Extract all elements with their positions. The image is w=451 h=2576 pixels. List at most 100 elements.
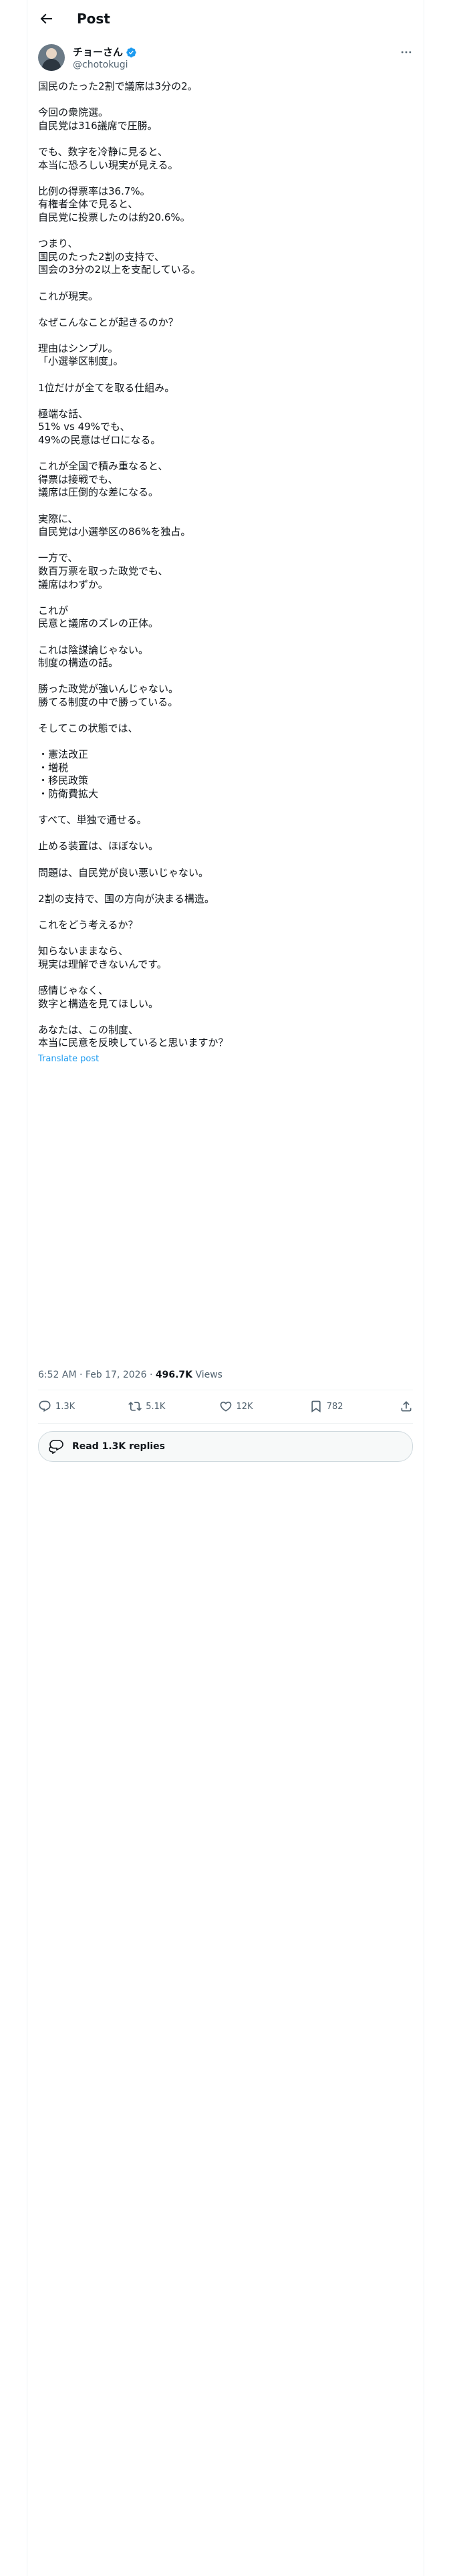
post-text-line: 一方で、 [38,552,78,564]
post-text-line: 49%の民意はゼロになる。 [38,434,161,447]
post-text-line: これが全国で積み重なると、 [38,460,168,473]
post-text-line: 民意と議席のズレの正体。 [38,617,159,630]
main-column: Post チョーさん @chotokugi 国民のたった2割で議席は3分の2。今… [27,0,424,2576]
post-text-line: 51% vs 49%でも、 [38,421,130,433]
share-button[interactable] [400,1400,413,1413]
post-meta: 6:52 AM · Feb 17, 2026 · 496.7K Views [38,1368,222,1382]
post-text-line: ・憲法改正 [38,748,89,761]
post-text-line: 数字と構造を見てほしい。 [38,997,159,1010]
post-text-line: 本当に恐ろしい現実が見える。 [38,158,178,171]
post-text-line: 1位だけが全てを取る仕組み。 [38,381,175,394]
post-text-line: ・増税 [38,761,69,774]
divider [38,1423,413,1424]
read-replies-label: Read 1.3K replies [72,1441,165,1452]
post-text-line: これは陰謀論じゃない。 [38,643,149,656]
post-text-line: ・移民政策 [38,774,89,787]
post-text-line: 知らないままなら、 [38,945,129,958]
post-text-line: 比例の得票率は36.7%。 [38,185,150,197]
author-handle[interactable]: @chotokugi [73,59,128,71]
share-icon [401,1401,412,1412]
author-display-name[interactable]: チョーさん [73,45,123,59]
post-text-line: 自民党は小選挙区の86%を独占。 [38,526,191,538]
author-name-row: チョーさん [73,45,137,59]
post-text-line: 理由はシンプル。 [38,342,118,354]
post-text-line: これが [38,604,69,617]
post-text-line: 有権者全体で見ると、 [38,198,138,211]
post-text-line: そしてこの状態では、 [38,722,138,735]
post-author: チョーさん @chotokugi [38,44,413,74]
post-text-line: 「小選挙区制度」。 [38,355,124,368]
post-text-line: 本当に民意を反映していると思いますか？ [38,1037,229,1049]
post-text-line: 国民のたった2割で議席は3分の2。 [38,80,198,92]
back-arrow-icon[interactable] [38,11,54,27]
post-text-line: 勝てる制度の中で勝っている。 [38,695,178,708]
post-text: 国民のたった2割で議席は3分の2。 今回の衆院選。 自民党は316議席で圧勝。 でも、… [38,80,414,1065]
post-text-line: 今回の衆院選。 [38,106,109,119]
post-text-line: つまり、 [38,237,78,250]
page-title: Post [77,11,110,27]
post-text-line: 止める装置は、ほぼない。 [38,840,159,853]
post-date[interactable]: Feb 17, 2026 [86,1370,147,1380]
post-text-line: 問題は、自民党が良い悪いじゃない。 [38,866,209,879]
repost-button[interactable]: 5.1K [128,1400,168,1413]
post-text-line: 国民のたった2割の支持で、 [38,250,164,263]
post-text-line: これが現実。 [38,290,99,302]
like-button[interactable]: 12K [219,1400,259,1413]
post-text-line: あなたは、この制度、 [38,1023,139,1036]
post-text-line: 得票は接戦でも、 [38,473,118,486]
post-paragraphs: 国民のたった2割で議席は3分の2。 今回の衆院選。 自民党は316議席で圧勝。 でも、… [38,80,414,1050]
meta-separator: · [80,1370,83,1380]
avatar[interactable] [38,44,65,71]
post-text-line: これをどう考えるか？ [38,919,138,931]
post-text-line: 2割の支持で、国の方向が決まる構造。 [38,892,214,905]
bookmark-count: 782 [326,1401,343,1412]
read-replies-button[interactable]: Read 1.3K replies [38,1431,413,1462]
reply-count: 1.3K [55,1401,76,1412]
post-text-line: でも、数字を冷静に見ると、 [38,145,168,158]
reply-button[interactable]: 1.3K [38,1400,78,1413]
reply-icon [39,1400,51,1412]
post-text-line: ・防衛費拡大 [38,788,99,800]
post-text-line: 議席は圧倒的な差になる。 [38,486,159,499]
post-text-line: 現実は理解できないんです。 [38,958,167,970]
post-text-line: 国会の3分の2以上を支配している。 [38,263,201,276]
repost-count: 5.1K [146,1401,166,1412]
post-text-line: すべて、単独で通せる。 [38,814,147,827]
views-label: Views [195,1370,222,1380]
post-text-line: 感情じゃなく、 [38,984,109,996]
views-count: 496.7K [155,1370,192,1380]
bookmark-icon [311,1400,321,1413]
post-text-line: なぜこんなことが起きるのか？ [38,316,178,328]
post-text-line: 議席はわずか。 [38,578,108,591]
post-time[interactable]: 6:52 AM [38,1370,77,1380]
heart-icon [220,1401,231,1412]
meta-separator: · [149,1370,153,1380]
post-text-line: 極端な話、 [38,407,89,420]
translate-post-link[interactable]: Translate post [38,1053,414,1065]
bookmark-button[interactable]: 782 [309,1400,349,1413]
post-text-line: 勝った政党が強いんじゃない。 [38,683,179,695]
action-bar: 1.3K 5.1K 12K 782 [38,1392,413,1421]
more-options-icon[interactable] [400,45,413,59]
